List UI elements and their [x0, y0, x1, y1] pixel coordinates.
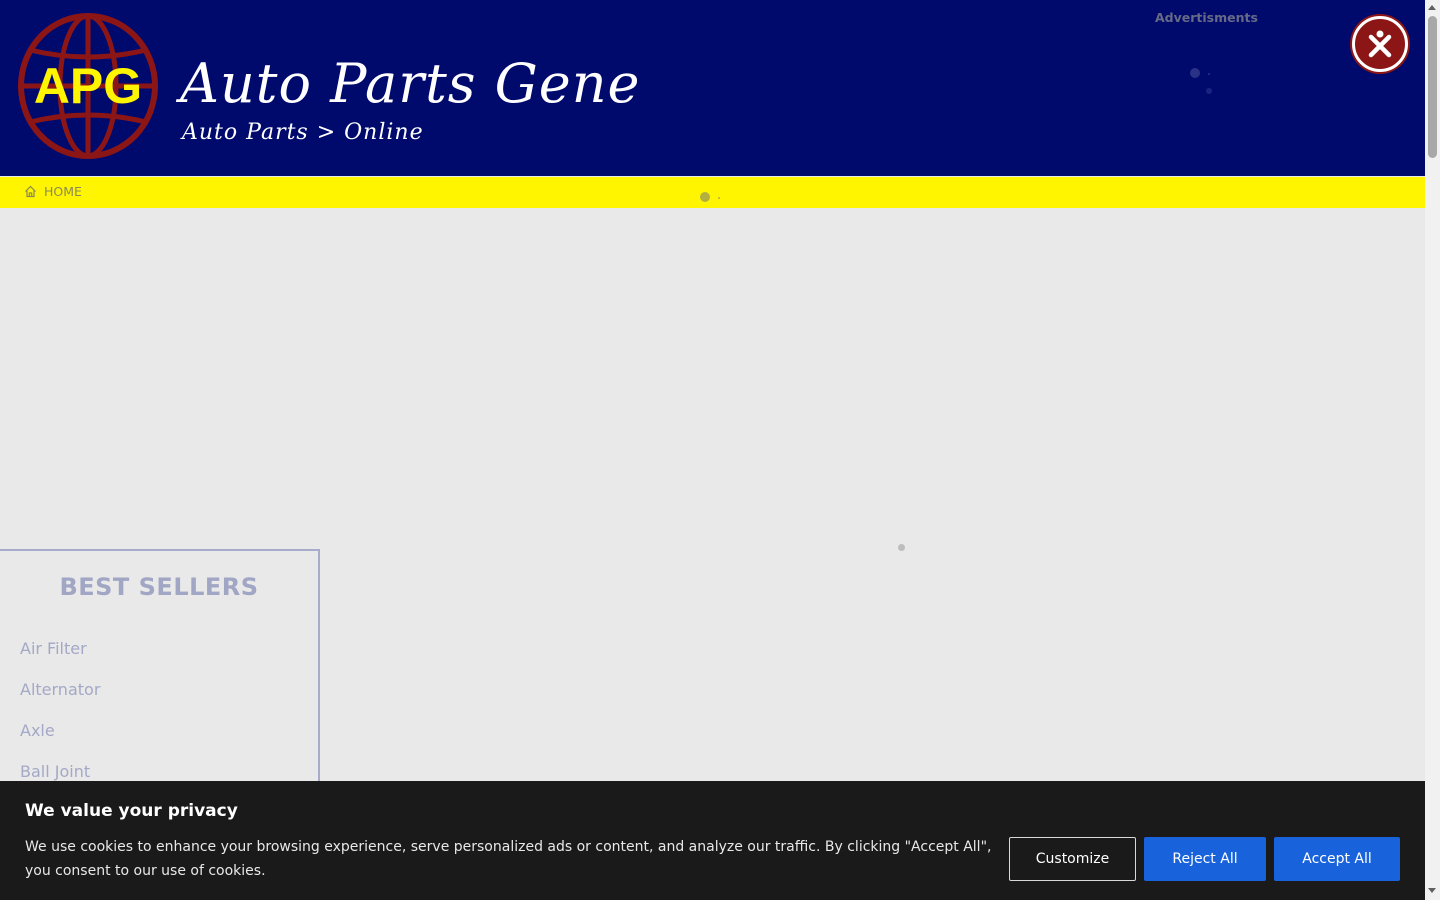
- loading-dot: [898, 544, 905, 551]
- logo-text: APG: [34, 58, 142, 114]
- loading-dot: [700, 192, 710, 202]
- list-item: Air Filter: [20, 639, 318, 680]
- accept-all-button[interactable]: Accept All: [1274, 837, 1400, 881]
- best-seller-link[interactable]: Ball Joint: [20, 762, 90, 781]
- advertisements-label: Advertisments: [1155, 10, 1258, 25]
- loading-dot: [1208, 73, 1210, 75]
- list-item: Axle: [20, 721, 318, 762]
- loading-dot: [1206, 88, 1212, 94]
- vertical-scrollbar[interactable]: [1425, 0, 1440, 900]
- globe-icon: APG: [18, 13, 158, 159]
- best-seller-link[interactable]: Air Filter: [20, 639, 87, 658]
- best-seller-link[interactable]: Alternator: [20, 680, 100, 699]
- cookie-description: We use cookies to enhance your browsing …: [25, 839, 992, 879]
- nav-home-link[interactable]: HOME: [24, 184, 82, 199]
- cookie-consent-banner: We value your privacy We use cookies to …: [0, 781, 1425, 900]
- best-sellers-title: BEST SELLERS: [59, 573, 259, 601]
- best-seller-link[interactable]: Axle: [20, 721, 55, 740]
- close-x-icon: [1368, 30, 1392, 58]
- scroll-up-arrow-icon[interactable]: [1428, 5, 1436, 10]
- list-item: Alternator: [20, 680, 318, 721]
- apg-globe-logo[interactable]: APG: [16, 12, 160, 160]
- reject-all-button[interactable]: Reject All: [1144, 837, 1266, 881]
- loading-dot: [1190, 68, 1200, 78]
- main-nav-bar: HOME: [0, 177, 1425, 208]
- best-sellers-list: Air Filter Alternator Axle Ball Joint: [0, 639, 318, 803]
- close-ad-button[interactable]: [1352, 16, 1408, 72]
- scroll-thumb[interactable]: [1428, 16, 1437, 158]
- scroll-down-arrow-icon[interactable]: [1428, 888, 1436, 893]
- brand-subtitle: Auto Parts > Online: [182, 120, 424, 145]
- nav-home-label: HOME: [44, 184, 82, 199]
- loading-dot: [718, 197, 720, 199]
- best-sellers-panel: BEST SELLERS Air Filter Alternator Axle …: [0, 549, 320, 809]
- cookie-title: We value your privacy: [25, 801, 238, 821]
- page: APG Auto Parts Gene Auto Parts > Online …: [0, 0, 1425, 900]
- site-header: APG Auto Parts Gene Auto Parts > Online …: [0, 0, 1425, 176]
- home-icon: [25, 185, 36, 198]
- brand-title[interactable]: Auto Parts Gene: [180, 52, 640, 115]
- customize-button[interactable]: Customize: [1009, 837, 1136, 881]
